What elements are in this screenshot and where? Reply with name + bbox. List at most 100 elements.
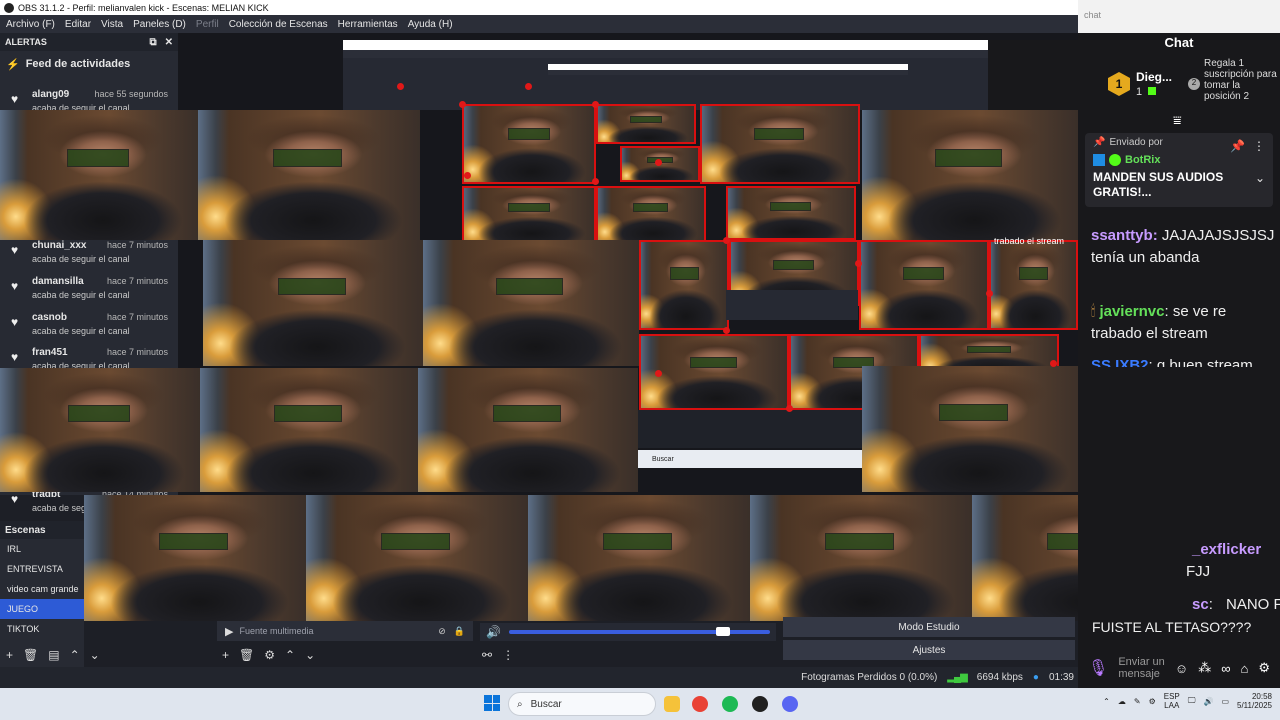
scene-entrevista[interactable]: ENTREVISTA [0,559,84,579]
menu-archivo[interactable]: Archivo (F) [6,19,55,30]
chat-input[interactable]: Enviar un mensaje [1118,656,1165,680]
scene-irl[interactable]: IRL [0,539,84,559]
visibility-off-icon[interactable]: ⊘ [438,626,446,637]
mic-icon[interactable]: 🎙 [1088,658,1108,678]
webcam-tile [862,110,1078,240]
menu-coleccion-escenas[interactable]: Colección de Escenas [229,19,328,30]
chat-text: q buen stream [1156,357,1253,367]
collapse-icon[interactable]: ⩸ [1173,112,1182,129]
transform-handle[interactable] [786,405,793,412]
scene-tiktok[interactable]: TIKTOK [0,619,84,639]
discord-icon[interactable] [782,696,798,712]
clock[interactable]: 20:58 5/11/2025 [1237,692,1272,710]
menu-herramientas[interactable]: Herramientas [338,19,398,30]
chat-username[interactable]: SS IXB2 [1091,357,1149,367]
pin-action-icon[interactable]: 📌 [1230,139,1245,153]
chat-username[interactable]: sc [1192,596,1209,613]
arrow-down-icon[interactable]: ⌄ [305,648,315,662]
cloud-icon[interactable]: ☁ [1118,697,1126,706]
chevron-up-icon[interactable]: ⌃ [1103,697,1110,706]
transform-handle[interactable] [459,101,466,108]
undock-icon[interactable]: ⧉ [149,37,156,48]
arrow-down-icon[interactable]: ⌄ [90,648,100,662]
source-item[interactable]: ▶ Fuente multimedia ⊘ 🔒 [217,621,473,641]
remove-source-icon[interactable]: 🗑 [239,648,254,662]
scene-video-cam-grande[interactable]: video cam grande [0,579,84,599]
lock-icon[interactable]: 🔒 [454,626,465,637]
webcam-tile [418,368,638,492]
speaker-icon[interactable]: 🔊 [486,625,501,639]
menu-perfil[interactable]: Perfil [196,19,219,30]
battery-icon[interactable]: ▭ [1221,697,1229,706]
scene-juego[interactable]: JUEGO [0,599,84,619]
volume-slider[interactable] [508,627,770,636]
webcam-tile [750,495,972,621]
chat-username[interactable]: javiernvc [1099,303,1164,320]
chat-username[interactable]: _exflicker [1192,541,1261,558]
transform-handle[interactable] [723,327,730,334]
transform-handle[interactable] [655,159,662,166]
file-explorer-icon[interactable] [664,696,680,712]
transform-handle[interactable] [986,290,993,297]
arrow-up-icon[interactable]: ⌃ [285,648,295,662]
trash-icon[interactable]: 🗑 [23,648,38,662]
alert-user: damansilla [32,276,84,287]
transform-handle[interactable] [464,172,471,179]
gear-icon[interactable]: ⚙ [1258,660,1270,676]
obs-taskbar-icon[interactable] [752,696,768,712]
chat-username[interactable]: ssanttyb [1091,227,1153,244]
more-options-icon[interactable]: ⋮ [1253,139,1265,153]
menu-paneles[interactable]: Paneles (D) [133,19,186,30]
add-source-icon[interactable]: + [222,648,229,662]
menu-editar[interactable]: Editar [65,19,91,30]
close-icon[interactable]: ✕ [165,37,173,48]
language-indicator[interactable]: ESP LAA [1164,692,1180,710]
chevron-down-icon[interactable]: ⌄ [1255,171,1265,185]
chrome-icon[interactable] [692,696,708,712]
display-icon[interactable]: 🖵 [1188,696,1196,706]
transform-handle[interactable] [592,101,599,108]
arrow-up-icon[interactable]: ⌃ [70,648,80,662]
windows-start-icon[interactable] [484,695,500,711]
more-vertical-icon[interactable]: ⋮ [502,648,514,662]
transform-handle[interactable] [592,178,599,185]
alert-action: acaba de seguir el canal [32,290,130,300]
store-icon[interactable]: ⌂ [1240,661,1248,676]
menu-vista[interactable]: Vista [101,19,123,30]
volume-slider-knob[interactable] [716,627,730,636]
chat-text-partial: NANO FUISTE AL TETASO???? [1226,596,1280,613]
nested-taskbar: Buscar [638,450,862,468]
verified-icon [1109,154,1121,166]
pen-icon[interactable]: ✎ [1134,697,1141,706]
heart-icon: ♥ [11,279,19,293]
spotify-icon[interactable] [722,696,738,712]
settings-tray-icon[interactable]: ⚙ [1149,697,1156,706]
chat-url-bar[interactable]: chat [1078,0,1280,33]
transform-handle[interactable] [397,83,404,90]
link-icon[interactable]: ⚯ [482,648,492,662]
alert-user: alang09 [32,89,70,100]
gear-icon[interactable]: ⚙ [264,648,275,662]
play-icon[interactable]: ▶ [225,625,233,638]
transform-handle[interactable] [655,370,662,377]
filter-icon[interactable]: ▤ [48,648,59,662]
bot-badge-icon [1093,154,1105,166]
transform-handle[interactable] [855,260,862,267]
add-icon[interactable]: + [6,648,13,662]
emoji-icon[interactable]: ☺ [1175,661,1188,676]
apps-icon[interactable]: ⁂ [1198,660,1211,676]
transform-handle[interactable] [723,237,730,244]
webcam-tile [596,186,706,242]
nested-obs-window-3 [726,290,858,320]
infinity-icon[interactable]: ∞ [1221,661,1230,676]
transform-handle[interactable] [525,83,532,90]
pinned-message: 📌 Enviado por BotRix MANDEN SUS AUDIOS G… [1085,133,1273,207]
taskbar-search[interactable]: ⌕ Buscar [508,692,656,716]
volume-icon[interactable]: 🔊 [1203,697,1213,706]
studio-mode-button[interactable]: Modo Estudio [783,617,1075,637]
menu-ayuda[interactable]: Ayuda (H) [408,19,453,30]
menubar: Archivo (F) Editar Vista Paneles (D) Per… [0,15,1078,33]
position-2-icon: 2 [1188,78,1200,90]
settings-button[interactable]: Ajustes [783,640,1075,660]
transform-handle[interactable] [1050,360,1057,367]
